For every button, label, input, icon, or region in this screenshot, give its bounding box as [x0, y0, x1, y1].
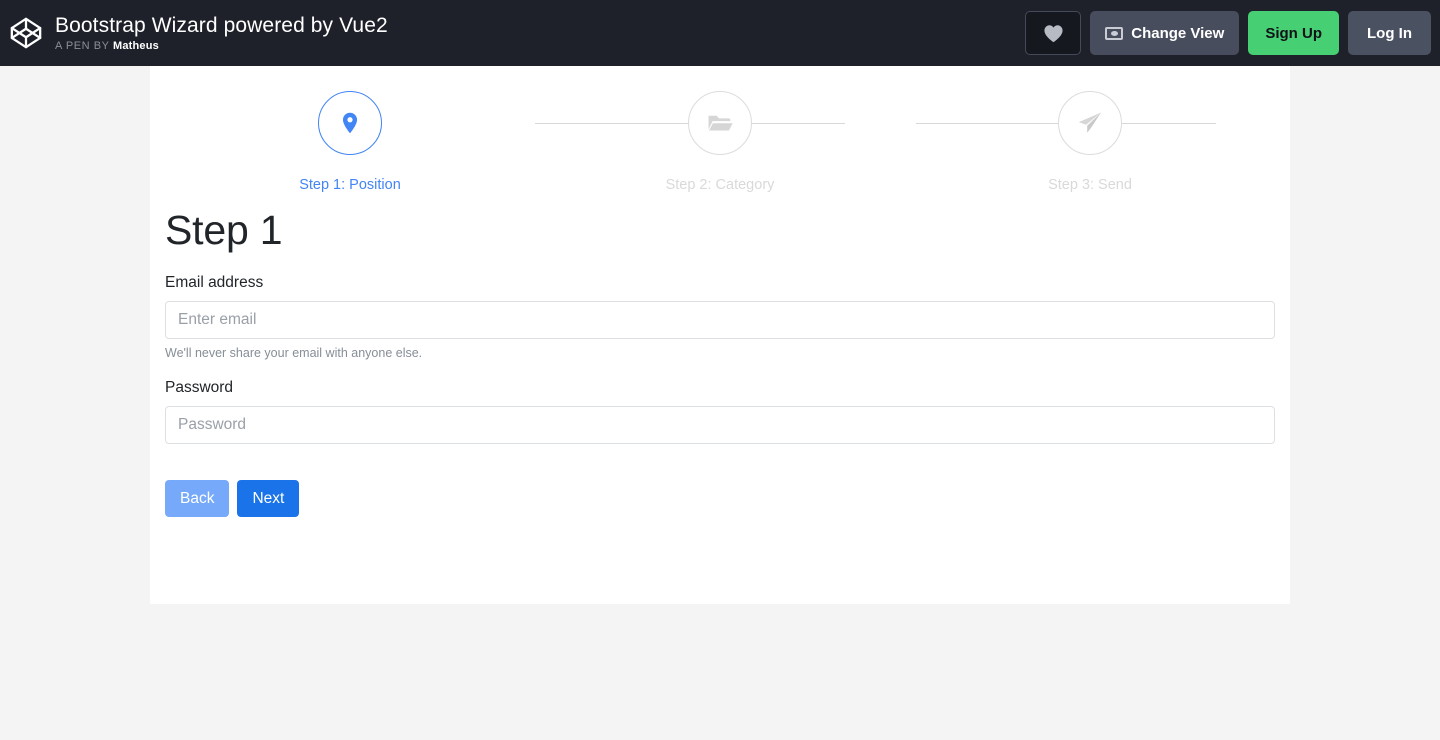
password-form-group: Password: [165, 378, 1275, 444]
step-1-circle[interactable]: [318, 91, 382, 155]
wizard-step-2[interactable]: Step 2: Category: [535, 91, 905, 193]
love-button[interactable]: [1025, 11, 1081, 55]
codepen-topbar: Bootstrap Wizard powered by Vue2 A PEN B…: [0, 0, 1440, 66]
page-title: Step 1: [165, 206, 1275, 254]
next-button[interactable]: Next: [237, 480, 299, 517]
author-name[interactable]: Matheus: [113, 40, 159, 52]
change-view-label: Change View: [1131, 25, 1224, 42]
paper-plane-icon: [1076, 109, 1104, 137]
email-form-group: Email address We'll never share your ema…: [165, 273, 1275, 361]
pen-title: Bootstrap Wizard powered by Vue2: [55, 13, 388, 38]
password-field[interactable]: [165, 406, 1275, 444]
wizard-step-1[interactable]: Step 1: Position: [165, 91, 535, 193]
step-2-label: Step 2: Category: [666, 177, 775, 193]
email-help-text: We'll never share your email with anyone…: [165, 345, 1275, 361]
email-label: Email address: [165, 273, 1275, 292]
map-pin-icon: [337, 110, 363, 136]
codepen-logo-icon[interactable]: [8, 15, 44, 51]
pen-byline: A PEN BY Matheus: [55, 39, 388, 53]
sign-up-button[interactable]: Sign Up: [1248, 11, 1339, 55]
wizard-form: Step 1 Email address We'll never share y…: [150, 206, 1290, 517]
wizard-card: Step 1: Position Step 2: Category: [150, 66, 1290, 604]
step-3-label: Step 3: Send: [1048, 177, 1132, 193]
wizard-stepper: Step 1: Position Step 2: Category: [150, 66, 1290, 206]
wizard-step-3[interactable]: Step 3: Send: [905, 91, 1275, 193]
byline-prefix: A PEN BY: [55, 40, 109, 52]
wizard-button-row: Back Next: [165, 480, 1275, 517]
back-button[interactable]: Back: [165, 480, 229, 517]
eye-in-frame-icon: [1105, 27, 1123, 40]
password-label: Password: [165, 378, 1275, 397]
open-folder-icon: [706, 109, 734, 137]
step-2-circle[interactable]: [688, 91, 752, 155]
topbar-actions: Change View Sign Up Log In: [1025, 11, 1431, 55]
step-3-circle[interactable]: [1058, 91, 1122, 155]
heart-icon: [1043, 24, 1064, 43]
change-view-button[interactable]: Change View: [1090, 11, 1239, 55]
pen-meta: Bootstrap Wizard powered by Vue2 A PEN B…: [55, 13, 388, 53]
email-field[interactable]: [165, 301, 1275, 339]
log-in-button[interactable]: Log In: [1348, 11, 1431, 55]
step-1-label: Step 1: Position: [299, 177, 401, 193]
page-body: Step 1: Position Step 2: Category: [0, 66, 1440, 740]
